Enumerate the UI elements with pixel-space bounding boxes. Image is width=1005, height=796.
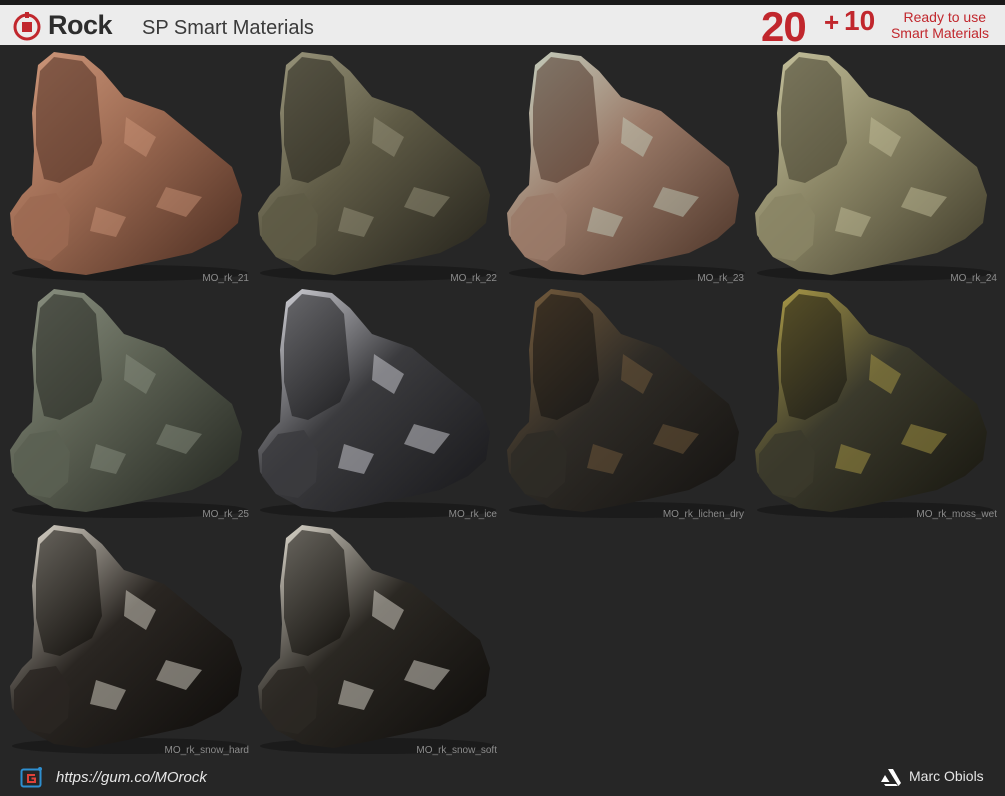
author-name: Marc Obiols (909, 768, 984, 784)
material-thumbnail (6, 520, 254, 756)
product-link[interactable]: https://gum.co/MOrock (56, 769, 207, 786)
ready-to-use-text: Ready to use (903, 9, 987, 25)
material-label: MO_rk_snow_hard (164, 745, 249, 756)
material-label: MO_rk_23 (697, 273, 744, 284)
gumroad-icon (20, 767, 42, 788)
material-label: MO_rk_25 (202, 509, 249, 520)
material-label: MO_rk_21 (202, 273, 249, 284)
material-thumbnail (6, 47, 254, 283)
substance-painter-logo-icon (13, 12, 41, 41)
material-label: MO_rk_ice (448, 509, 497, 520)
material-thumbnail (254, 520, 502, 756)
page-subtitle: SP Smart Materials (142, 17, 314, 39)
material-label: MO_rk_lichen_dry (662, 509, 744, 520)
material-thumbnail (751, 47, 999, 283)
material-label: MO_rk_22 (450, 273, 497, 284)
material-label: MO_rk_24 (950, 273, 997, 284)
count-plus-sign: + (824, 7, 840, 37)
material-thumbnail (254, 47, 502, 283)
page-title: Rock (48, 10, 113, 40)
material-thumbnail (503, 284, 751, 520)
material-thumbnail (503, 47, 751, 283)
material-count: 20 (761, 3, 807, 50)
header-bar: Rock SP Smart Materials 20 + 10 Ready to… (0, 3, 1005, 50)
artstation-icon (881, 769, 901, 786)
material-label: MO_rk_moss_wet (916, 509, 997, 520)
smart-materials-text: Smart Materials (890, 25, 989, 41)
material-thumbnail (751, 284, 999, 520)
material-thumbnail (254, 284, 502, 520)
material-thumbnail (6, 284, 254, 520)
material-label: MO_rk_snow_soft (416, 745, 497, 756)
